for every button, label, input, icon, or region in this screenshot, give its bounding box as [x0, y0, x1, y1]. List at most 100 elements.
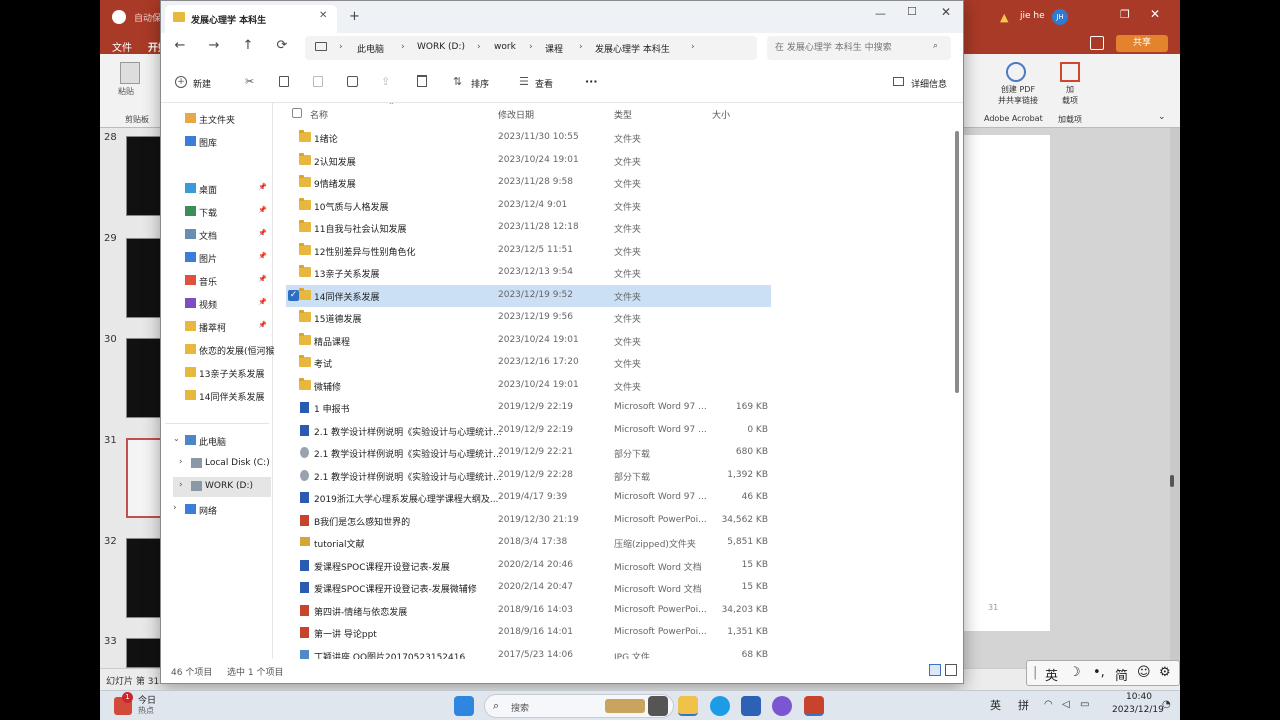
column-name[interactable]: 名称 [310, 108, 328, 121]
column-date[interactable]: 修改日期 [498, 108, 534, 121]
slide-thumbnail[interactable] [126, 238, 162, 318]
volume-icon[interactable]: ◁ [1062, 699, 1070, 710]
ppt-scroll-thumb[interactable] [1170, 475, 1174, 487]
autosave-icon[interactable] [112, 10, 126, 24]
pin-icon[interactable]: 📌 [258, 275, 267, 283]
sidebar-item-quick[interactable]: 桌面 📌 [173, 179, 271, 199]
explorer-tab[interactable]: 发展心理学 本科生 ✕ [165, 5, 337, 33]
task-view-icon[interactable] [648, 696, 668, 716]
table-row[interactable]: 2认知发展 2023/10/24 19:01 文件夹 [286, 150, 771, 172]
delete-icon[interactable] [417, 75, 427, 87]
new-button[interactable]: 新建 [193, 77, 211, 90]
create-pdf-button[interactable]: 创建 PDF 并共享链接 [988, 84, 1048, 106]
sidebar-item-quick[interactable]: 图片 📌 [173, 248, 271, 268]
sidebar-item-quick[interactable]: 14同伴关系发展 [173, 386, 271, 406]
avatar[interactable]: JH [1052, 9, 1068, 25]
up-button[interactable]: ↑ [239, 38, 257, 53]
file-explorer-taskbar-icon[interactable] [678, 696, 698, 716]
breadcrumb[interactable]: › 此电脑 › WORK (D:) › work › 课程 › 发展心理学 本科… [305, 36, 757, 60]
sidebar-item-quick[interactable]: 13亲子关系发展 [173, 363, 271, 383]
share-button[interactable]: 共享 [1116, 35, 1168, 52]
moon-icon[interactable]: ☽ [1069, 665, 1081, 680]
table-row[interactable]: 1绪论 2023/11/30 10:55 文件夹 [286, 127, 771, 149]
table-row[interactable]: 9情绪发展 2023/11/28 9:58 文件夹 [286, 172, 771, 194]
notification-bell-icon[interactable]: ◔ [1162, 699, 1171, 710]
taskbar-lang[interactable]: 英 [990, 697, 1001, 713]
file-scrollbar[interactable] [953, 123, 961, 653]
pin-icon[interactable]: 📌 [258, 183, 267, 191]
table-row[interactable]: tutorial文献 2018/3/4 17:38 压缩(zipped)文件夹 5,8… [286, 532, 771, 554]
back-button[interactable]: ← [171, 38, 189, 53]
addins-button[interactable]: 加 载项 [1054, 84, 1086, 106]
pin-icon[interactable]: 📌 [258, 206, 267, 214]
breadcrumb-item[interactable]: 发展心理学 本科生 [595, 42, 670, 55]
pin-icon[interactable]: 📌 [258, 298, 267, 306]
more-button[interactable]: ··· [585, 75, 598, 88]
table-row[interactable]: B我们是怎么感知世界的 2019/12/30 21:19 Microsoft Pow… [286, 510, 771, 532]
comment-icon[interactable] [1090, 36, 1104, 50]
table-row[interactable]: 12性别差异与性别角色化 2023/12/5 11:51 文件夹 [286, 240, 771, 262]
table-row[interactable]: 微辅修 2023/10/24 19:01 文件夹 [286, 375, 771, 397]
simplified-toggle[interactable]: 简 [1115, 665, 1128, 684]
table-row[interactable]: 10气质与人格发展 2023/12/4 9:01 文件夹 [286, 195, 771, 217]
table-row[interactable]: 2.1 教学设计样例说明《实验设计与心理统计... 2019/12/9 22:28… [286, 465, 771, 487]
table-row[interactable]: 1 申报书 2019/12/9 22:19 Microsoft Word 97 ..… [286, 397, 771, 419]
close-window-icon[interactable]: ✕ [941, 5, 951, 19]
pin-icon[interactable]: 📌 [258, 321, 267, 329]
ime-lang-toggle[interactable]: 英 [1045, 665, 1058, 684]
slide-thumbnail[interactable] [126, 638, 162, 668]
powerpoint-taskbar-icon[interactable] [804, 696, 824, 716]
sidebar-item-quick[interactable]: 下载 📌 [173, 202, 271, 222]
nav-work-disk[interactable]: › WORK (D:) [173, 477, 271, 497]
emoji-icon[interactable]: ☺ [1137, 665, 1151, 680]
column-type[interactable]: 类型 [614, 108, 632, 121]
slide-thumbnail[interactable] [126, 136, 162, 216]
paste-icon[interactable] [313, 76, 323, 87]
refresh-button[interactable]: ⟳ [273, 38, 291, 53]
table-row[interactable]: 15道德发展 2023/12/19 9:56 文件夹 [286, 307, 771, 329]
create-pdf-icon[interactable] [1006, 62, 1026, 82]
restore-icon[interactable]: ❐ [1120, 8, 1130, 21]
table-row[interactable]: 11自我与社会认知发展 2023/11/28 12:18 文件夹 [286, 217, 771, 239]
search-box[interactable]: ⌕ [767, 36, 951, 60]
row-checkbox[interactable]: ✓ [288, 289, 299, 301]
sidebar-item-quick[interactable]: 视频 📌 [173, 294, 271, 314]
ppt-scrollbar[interactable] [1168, 135, 1176, 635]
clock-date[interactable]: 2023/12/19 [1112, 705, 1164, 715]
details-button[interactable]: 详细信息 [911, 77, 947, 90]
table-row[interactable]: 爱课程SPOC课程开设登记表-发展微辅修 2020/2/14 20:47 Micro… [286, 577, 771, 599]
clock-time[interactable]: 10:40 [1126, 692, 1152, 702]
sort-button[interactable]: 排序 [471, 77, 489, 90]
view-button[interactable]: 查看 [535, 77, 553, 90]
thumbnail-view-icon[interactable] [945, 664, 957, 676]
table-row[interactable]: 精品课程 2023/10/24 19:01 文件夹 [286, 330, 771, 352]
collapse-ribbon-icon[interactable]: ⌄ [1158, 112, 1166, 122]
slide-thumbnail-selected[interactable] [126, 438, 162, 518]
pin-icon[interactable]: 📌 [258, 252, 267, 260]
table-row[interactable]: 考试 2023/12/16 17:20 文件夹 [286, 352, 771, 374]
close-icon[interactable]: ✕ [1150, 7, 1160, 21]
table-row[interactable]: 爱课程SPOC课程开设登记表-发展 2020/2/14 20:46 Microsof… [286, 555, 771, 577]
scroll-thumb[interactable] [955, 131, 959, 393]
nav-network[interactable]: › 网络 [173, 500, 271, 520]
breadcrumb-item[interactable]: 此电脑 [357, 42, 384, 55]
windows-start-icon[interactable] [454, 696, 474, 716]
pin-icon[interactable]: 📌 [258, 229, 267, 237]
breadcrumb-item[interactable]: 课程 [545, 42, 563, 55]
warning-icon[interactable]: ▲ [1000, 11, 1008, 24]
select-all-checkbox[interactable] [292, 108, 302, 118]
nav-local-disk[interactable]: › Local Disk (C:) [173, 454, 271, 474]
punctuation-icon[interactable]: •, [1093, 665, 1105, 680]
table-row[interactable]: 2019浙江大学心理系发展心理学课程大纲及... 2019/4/17 9:39 Mi… [286, 487, 771, 509]
nav-home[interactable]: 主文件夹 [173, 109, 271, 129]
store-icon[interactable] [741, 696, 761, 716]
battery-icon[interactable]: ▭ [1080, 699, 1089, 710]
table-row[interactable]: 第四讲-情绪与依恋发展 2018/9/16 14:03 Microsoft Powe… [286, 600, 771, 622]
table-row[interactable]: 第一讲 导论ppt 2018/9/16 14:01 Microsoft PowerP… [286, 622, 771, 644]
maximize-icon[interactable]: ☐ [907, 5, 917, 18]
table-row[interactable]: 2.1 教学设计样例说明《实验设计与心理统计... 2019/12/9 22:21… [286, 442, 771, 464]
minimize-icon[interactable]: — [875, 7, 886, 20]
slide-thumbnail[interactable] [126, 338, 162, 418]
sidebar-item-quick[interactable]: 音乐 📌 [173, 271, 271, 291]
breadcrumb-item[interactable]: WORK (D:) [417, 42, 465, 52]
